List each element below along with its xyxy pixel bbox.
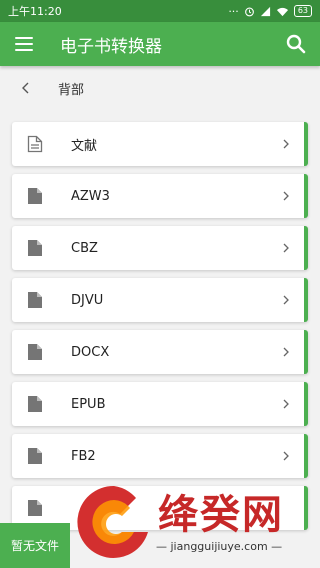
list-item-djvu[interactable]: DJVU [12,278,308,322]
watermark-url: — jiangguijiuye.com — [156,540,283,553]
list-item-label: 文献 [71,138,98,154]
file-icon [28,344,42,360]
chevron-right-icon [283,243,289,253]
list-item-fb2[interactable]: FB2 [12,434,308,478]
list-item-label: DJVU [71,292,104,308]
file-icon [28,292,42,308]
format-list: 文献 AZW3 CBZ DJVU DOCX EPUB FB2 [0,110,320,530]
list-item-documents[interactable]: 文献 [12,122,308,166]
back-arrow-icon[interactable] [18,80,34,96]
chevron-right-icon [283,191,289,201]
menu-icon[interactable] [12,32,36,56]
list-item-label: CBZ [71,240,98,256]
toast-message: 暂无文件 [0,523,70,568]
file-icon [28,240,42,256]
breadcrumb: 背部 [0,66,320,110]
app-bar: 电子书转换器 [0,22,320,66]
chevron-right-icon [283,451,289,461]
app-title: 电子书转换器 [60,36,162,57]
chevron-right-icon [283,295,289,305]
alarm-icon [244,7,254,16]
list-item-epub[interactable]: EPUB [12,382,308,426]
search-icon[interactable] [284,32,308,56]
more-icon: ··· [228,4,239,18]
file-icon [28,396,42,412]
wifi-icon [276,7,288,16]
list-item-label: DOCX [71,344,110,360]
file-icon [28,448,42,464]
list-item-docx[interactable]: DOCX [12,330,308,374]
file-icon [28,188,42,204]
status-bar: 上午11:20 ··· 63 [0,0,320,22]
status-icons: ··· 63 [228,5,312,18]
list-item-cbz[interactable]: CBZ [12,226,308,270]
chevron-right-icon [283,399,289,409]
list-item-label: FB2 [71,448,96,464]
list-item-label: AZW3 [71,188,110,204]
chevron-right-icon [283,139,289,149]
signal-icon [260,6,270,16]
document-outline-icon [27,135,43,153]
list-item-azw3[interactable]: AZW3 [12,174,308,218]
breadcrumb-label: 背部 [58,82,85,98]
battery-icon: 63 [293,5,312,17]
list-item-label: EPUB [71,396,106,412]
file-icon [28,500,42,516]
chevron-right-icon [283,347,289,357]
status-time: 上午11:20 [8,5,62,18]
